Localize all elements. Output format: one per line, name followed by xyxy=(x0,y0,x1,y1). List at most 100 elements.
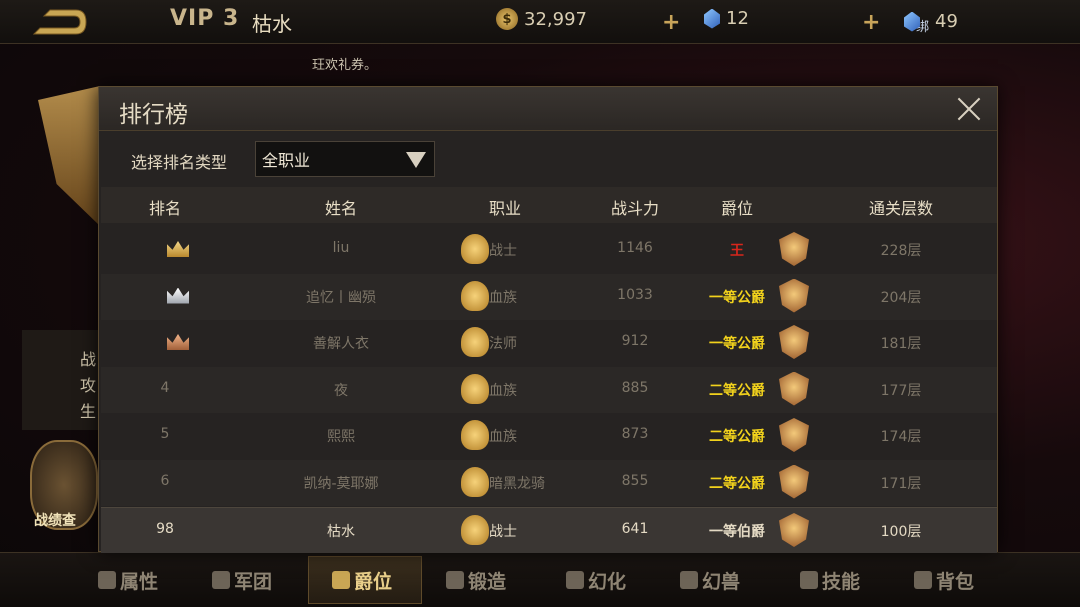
tab-label: 爵位 xyxy=(354,570,393,593)
floors-cell: 100层 xyxy=(880,524,922,540)
attribute-icon xyxy=(98,571,116,589)
noble-title-cell: 二等公爵 xyxy=(709,382,765,399)
tab-beast[interactable]: 幻兽 xyxy=(680,562,740,598)
class-cell: 战士 xyxy=(489,524,517,540)
tab-skill[interactable]: 技能 xyxy=(800,562,860,598)
noble-badge-icon xyxy=(779,418,809,452)
column-header-name: 姓名 xyxy=(324,199,358,218)
class-cell: 血族 xyxy=(489,382,517,399)
player-name-cell: liu xyxy=(332,240,350,256)
player-name-cell: 夜 xyxy=(334,382,348,399)
tab-label: 幻化 xyxy=(588,570,627,593)
noble-title-cell: 一等公爵 xyxy=(709,289,765,306)
class-emblem-icon xyxy=(461,420,489,450)
noble-title-cell: 王 xyxy=(730,243,744,259)
table-row[interactable]: 6 凯纳-莫耶娜 暗黑龙骑 855 二等公爵 171层 xyxy=(101,459,997,506)
tab-label: 幻兽 xyxy=(702,570,741,593)
legion-icon xyxy=(212,571,230,589)
gem-icon xyxy=(704,8,720,29)
rank-type-label: 选择排名类型 xyxy=(131,153,228,172)
column-header-title: 爵位 xyxy=(720,199,754,218)
tab-crown[interactable]: 爵位 xyxy=(332,562,392,598)
column-header-class: 职业 xyxy=(488,199,522,218)
table-row[interactable]: 5 熙熙 血族 873 二等公爵 174层 xyxy=(101,413,997,459)
tab-attribute[interactable]: 属性 xyxy=(98,562,158,598)
bronze-crown-icon xyxy=(167,334,189,350)
bag-icon xyxy=(914,571,932,589)
player-name: 枯水 xyxy=(252,12,292,36)
left-stat-label: 攻 xyxy=(80,376,97,395)
tab-transform[interactable]: 幻化 xyxy=(566,562,626,598)
add-gems-button[interactable]: + xyxy=(662,10,680,35)
rank-cell: 98 xyxy=(156,521,174,537)
rank-cell: 6 xyxy=(160,472,170,489)
tab-label: 背包 xyxy=(936,570,975,593)
floors-cell: 228层 xyxy=(880,243,922,259)
vip-level: VIP 3 xyxy=(170,6,240,31)
add-bound-gems-button[interactable]: + xyxy=(862,10,880,35)
player-name-cell: 枯水 xyxy=(327,524,355,540)
crown-icon xyxy=(332,571,350,589)
record-button-label[interactable]: 战绩查 xyxy=(34,510,76,530)
table-row[interactable]: liu 战士 1146 王 228层 xyxy=(101,227,997,273)
noble-badge-icon xyxy=(779,513,809,547)
floors-cell: 171层 xyxy=(880,475,922,492)
back-arrow-icon[interactable] xyxy=(30,6,88,38)
scrolling-notice: 玨欢礼券。 xyxy=(312,58,378,73)
beast-icon xyxy=(680,571,698,589)
tab-label: 锻造 xyxy=(468,570,507,593)
noble-title-cell: 一等伯爵 xyxy=(709,524,765,540)
gem-resource: 12 xyxy=(704,8,749,29)
coin-icon: $ xyxy=(496,8,518,30)
player-name-cell: 熙熙 xyxy=(327,429,355,445)
table-row[interactable]: 追忆丨幽殒 血族 1033 一等公爵 204层 xyxy=(101,273,997,320)
bound-gem-resource: 绑 49 xyxy=(904,8,958,35)
power-cell: 641 xyxy=(621,521,649,537)
tab-bag[interactable]: 背包 xyxy=(914,562,974,598)
self-rank-row[interactable]: 98 枯水 战士 641 一等伯爵 100层 xyxy=(101,507,997,553)
power-cell: 855 xyxy=(621,472,649,489)
tab-label: 技能 xyxy=(822,570,861,593)
silver-crown-icon xyxy=(167,287,189,304)
leaderboard-dialog: 排行榜 选择排名类型 全职业 排名 姓名 职业 战斗力 爵位 通关层数 liu 战… xyxy=(98,86,998,553)
column-header-power: 战斗力 xyxy=(610,199,660,218)
floors-cell: 177层 xyxy=(880,382,922,399)
table-header: 排名 姓名 职业 战斗力 爵位 通关层数 xyxy=(101,187,997,223)
transform-icon xyxy=(566,571,584,589)
class-cell: 血族 xyxy=(489,289,517,306)
dialog-header: 排行榜 xyxy=(99,87,997,131)
table-row[interactable]: 4 夜 血族 885 二等公爵 177层 xyxy=(101,366,997,413)
rank-type-select[interactable]: 全职业 xyxy=(255,141,435,177)
left-stat-label: 战 xyxy=(80,350,97,369)
left-stat-label: 生 xyxy=(80,402,97,421)
close-icon[interactable] xyxy=(953,93,985,125)
noble-badge-icon xyxy=(779,325,809,359)
class-emblem-icon xyxy=(461,280,489,311)
tab-forge[interactable]: 锻造 xyxy=(446,562,506,598)
gold-amount: 32,997 xyxy=(524,8,587,30)
dialog-title: 排行榜 xyxy=(119,102,188,128)
class-cell: 战士 xyxy=(489,243,517,259)
tab-legion[interactable]: 军团 xyxy=(212,562,272,598)
dropdown-arrow-icon[interactable] xyxy=(406,152,426,168)
floors-cell: 204层 xyxy=(880,289,922,306)
player-name-cell: 追忆丨幽殒 xyxy=(306,289,376,306)
class-cell: 血族 xyxy=(489,429,517,445)
forge-icon xyxy=(446,571,464,589)
class-emblem-icon xyxy=(461,327,489,357)
column-header-floors: 通关层数 xyxy=(868,199,934,218)
floors-cell: 174层 xyxy=(880,429,922,445)
bound-gem-amount: 49 xyxy=(935,11,958,32)
noble-badge-icon xyxy=(779,464,809,499)
skill-icon xyxy=(800,571,818,589)
rank-type-value: 全职业 xyxy=(262,151,311,170)
noble-title-cell: 二等公爵 xyxy=(709,475,765,492)
player-name-cell: 善解人衣 xyxy=(313,336,369,352)
table-row[interactable]: 善解人衣 法师 912 一等公爵 181层 xyxy=(101,320,997,366)
column-header-rank: 排名 xyxy=(148,199,182,218)
class-cell: 法师 xyxy=(489,336,517,352)
rank-cell: 5 xyxy=(160,426,170,442)
noble-title-cell: 一等公爵 xyxy=(709,336,765,352)
noble-badge-icon xyxy=(779,371,809,406)
class-emblem-icon xyxy=(461,373,489,404)
